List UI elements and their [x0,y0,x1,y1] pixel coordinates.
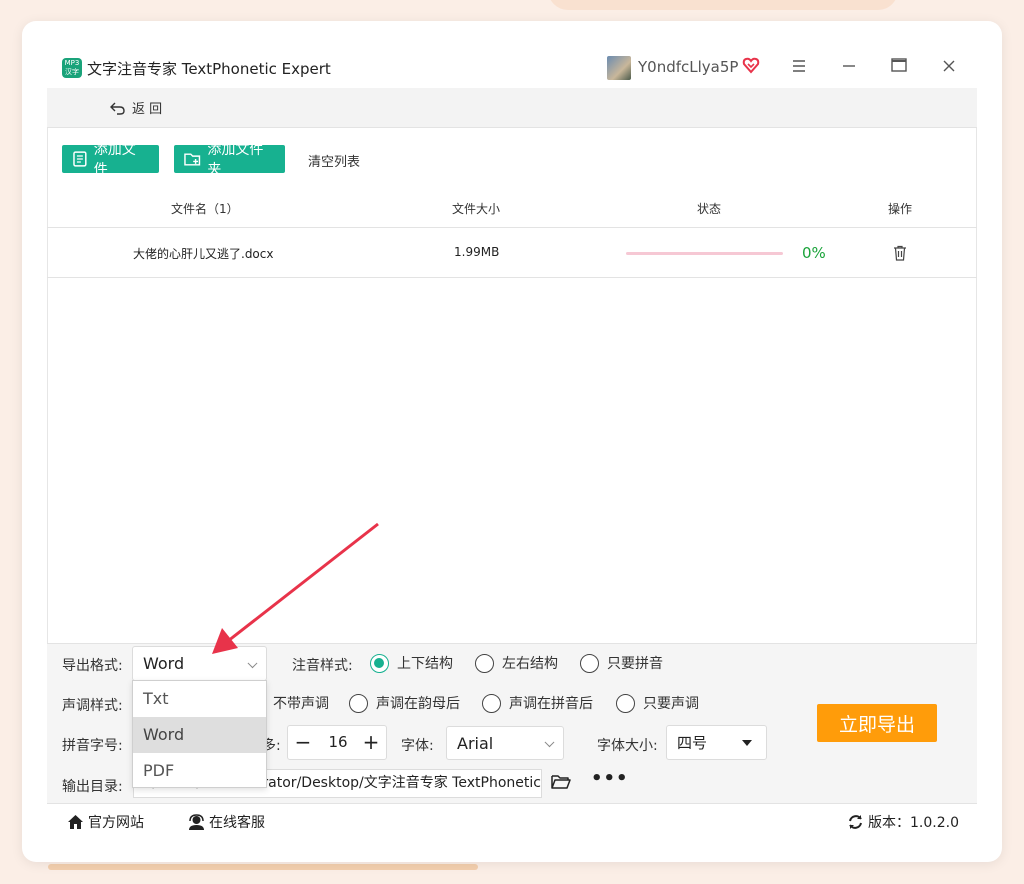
column-header-size: 文件大小 [452,202,501,216]
home-icon [68,815,83,829]
add-folder-icon [184,153,201,166]
official-website-label: 官方网站 [88,815,144,831]
font-select[interactable]: Arial [446,726,564,760]
radio-selected-icon [370,653,389,673]
open-folder-icon[interactable] [551,774,571,790]
export-format-value: Word [143,654,185,673]
more-options-icon[interactable]: ••• [591,768,629,789]
pinyin-size-label: 拼音字号: [62,738,123,754]
add-file-label: 添加文件 [93,142,136,178]
output-dir-label: 输出目录: [62,779,123,795]
export-format-select[interactable]: Word [132,646,267,681]
annotation-style-label: 注音样式: [292,658,353,674]
radio-annotation-left-right[interactable]: 左右结构 [475,653,558,673]
background-decoration [548,0,898,10]
maximize-icon[interactable] [884,52,914,82]
caret-down-icon [742,740,752,746]
refresh-icon [849,815,862,829]
radio-label: 上下结构 [397,656,453,672]
radio-label: 不带声调 [273,696,329,712]
radio-tone-after-pinyin[interactable]: 声调在拼音后 [482,693,593,713]
radio-icon [580,653,599,673]
dropdown-option-word[interactable]: Word [133,717,266,753]
radio-label: 声调在拼音后 [509,696,593,712]
trash-icon[interactable] [893,245,907,261]
export-now-button[interactable]: 立即导出 [817,704,937,742]
column-header-actions: 操作 [888,202,913,216]
radio-annotation-top-bottom[interactable]: 上下结构 [370,653,453,673]
radio-label: 声调在韵母后 [376,696,460,712]
online-support-link[interactable]: 在线客服 [188,812,265,832]
radio-icon [475,653,494,673]
back-bar [47,88,977,128]
font-label: 字体: [401,738,434,754]
avatar[interactable] [607,56,631,80]
export-format-label: 导出格式: [62,658,123,674]
close-icon[interactable] [934,52,964,82]
radio-label: 只要拼音 [607,656,663,672]
official-website-link[interactable]: 官方网站 [67,812,144,832]
app-logo-icon: MP3 汉字 [62,58,82,78]
decrement-button[interactable]: − [288,726,318,759]
radio-icon [349,693,368,713]
divider [47,227,977,228]
clear-list-button[interactable]: 清空列表 [308,151,360,170]
background-decoration-line [48,864,478,870]
radio-tone-only[interactable]: 只要声调 [616,693,699,713]
username[interactable]: Y0ndfcLlya5P [638,58,738,76]
vip-heart-icon[interactable] [742,56,760,79]
support-agent-icon [189,814,204,830]
radio-icon [482,693,501,713]
minimize-icon[interactable] [834,52,864,82]
menu-icon[interactable] [784,52,814,82]
radio-label: 左右结构 [502,656,558,672]
font-size-select[interactable]: 四号 [666,725,767,760]
pinyin-size-value[interactable]: 16 [318,726,358,759]
back-arrow-icon [110,102,125,115]
footer-bar [47,803,977,837]
font-value: Arial [457,733,494,753]
add-file-icon [73,151,87,167]
file-name: 大佬的心肝儿又逃了.docx [133,247,274,261]
dropdown-option-txt[interactable]: Txt [133,681,266,717]
column-header-filename: 文件名（1） [171,202,239,216]
tone-style-label: 声调样式: [62,698,123,714]
font-size-label: 字体大小: [597,738,658,754]
radio-annotation-pinyin-only[interactable]: 只要拼音 [580,653,663,673]
file-size: 1.99MB [454,245,500,259]
radio-tone-after-final[interactable]: 声调在韵母后 [349,693,460,713]
increment-button[interactable]: + [356,726,386,759]
font-size-value: 四号 [677,734,708,752]
dropdown-option-pdf[interactable]: PDF [133,753,266,789]
version-label: 版本：1.0.2.0 [868,815,959,831]
column-header-status: 状态 [697,202,722,216]
radio-tone-none[interactable]: 不带声调 [273,693,329,713]
radio-label: 只要声调 [643,696,699,712]
export-format-dropdown: Txt Word PDF [132,680,267,788]
chevron-down-icon [247,657,258,668]
app-title: 文字注音专家 TextPhonetic Expert [87,60,331,78]
radio-icon [616,693,635,713]
add-file-button[interactable]: 添加文件 [62,142,159,178]
version-info[interactable]: 版本：1.0.2.0 [847,812,959,832]
progress-bar [626,252,783,255]
progress-percent: 0% [802,244,826,262]
divider [47,277,977,278]
online-support-label: 在线客服 [209,815,265,831]
back-label: 返 回 [132,102,163,117]
add-folder-label: 添加文件夹 [207,142,264,178]
back-button[interactable]: 返 回 [110,98,162,117]
chevron-down-icon [544,737,555,748]
add-folder-button[interactable]: 添加文件夹 [174,142,285,178]
pinyin-size-stepper[interactable]: − 16 + [287,725,387,760]
